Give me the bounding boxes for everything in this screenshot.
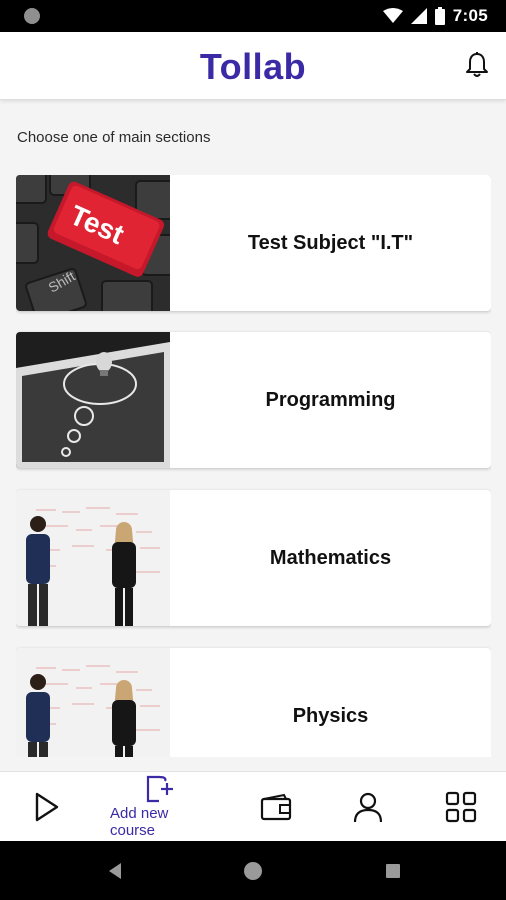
nav-menu-button[interactable] [411,772,506,842]
status-icons: 7:05 [382,0,488,32]
section-card-programming[interactable]: Programming [16,332,491,468]
whiteboard-people-image [16,490,170,626]
home-icon[interactable] [242,860,264,882]
status-bar: 7:05 [0,0,506,32]
add-course-icon [146,775,173,803]
nav-profile-button[interactable] [318,772,418,842]
chalkboard-bulb-image [16,332,170,468]
section-card-physics[interactable]: Physics [16,648,491,757]
back-icon[interactable] [104,860,126,882]
notifications-bell-icon[interactable] [462,50,492,80]
section-hint: Choose one of main sections [17,129,211,146]
nav-add-course-label: Add new course [110,805,169,839]
app-header: Tollab [0,32,506,100]
profile-icon [353,792,383,823]
nav-wallet-button[interactable] [226,772,326,842]
nav-add-course-button[interactable]: Add new course [110,772,210,842]
signal-icon [410,8,427,24]
section-list: Test Shift Test Subject "I.T" Programmin… [16,175,491,757]
wifi-icon [382,8,403,23]
nav-play-button[interactable] [0,772,96,842]
bottom-navigation: Add new course [0,771,506,841]
section-title: Programming [265,388,396,411]
section-title: Physics [292,704,369,727]
section-card-test-subject[interactable]: Test Shift Test Subject "I.T" [16,175,491,311]
section-card-mathematics[interactable]: Mathematics [16,490,491,626]
notification-dot-icon [24,8,40,24]
recents-icon[interactable] [382,860,404,882]
section-title: Test Subject "I.T" [247,231,414,254]
system-navigation-bar [0,841,506,900]
whiteboard-people-image [16,648,170,757]
section-title: Mathematics [269,546,392,569]
battery-icon [434,7,445,25]
play-icon [35,792,59,822]
grid-menu-icon [445,791,477,823]
status-time: 7:05 [452,6,488,25]
wallet-icon [260,793,292,821]
keyboard-test-image: Test Shift [16,175,170,311]
app-title: Tollab [199,46,307,87]
